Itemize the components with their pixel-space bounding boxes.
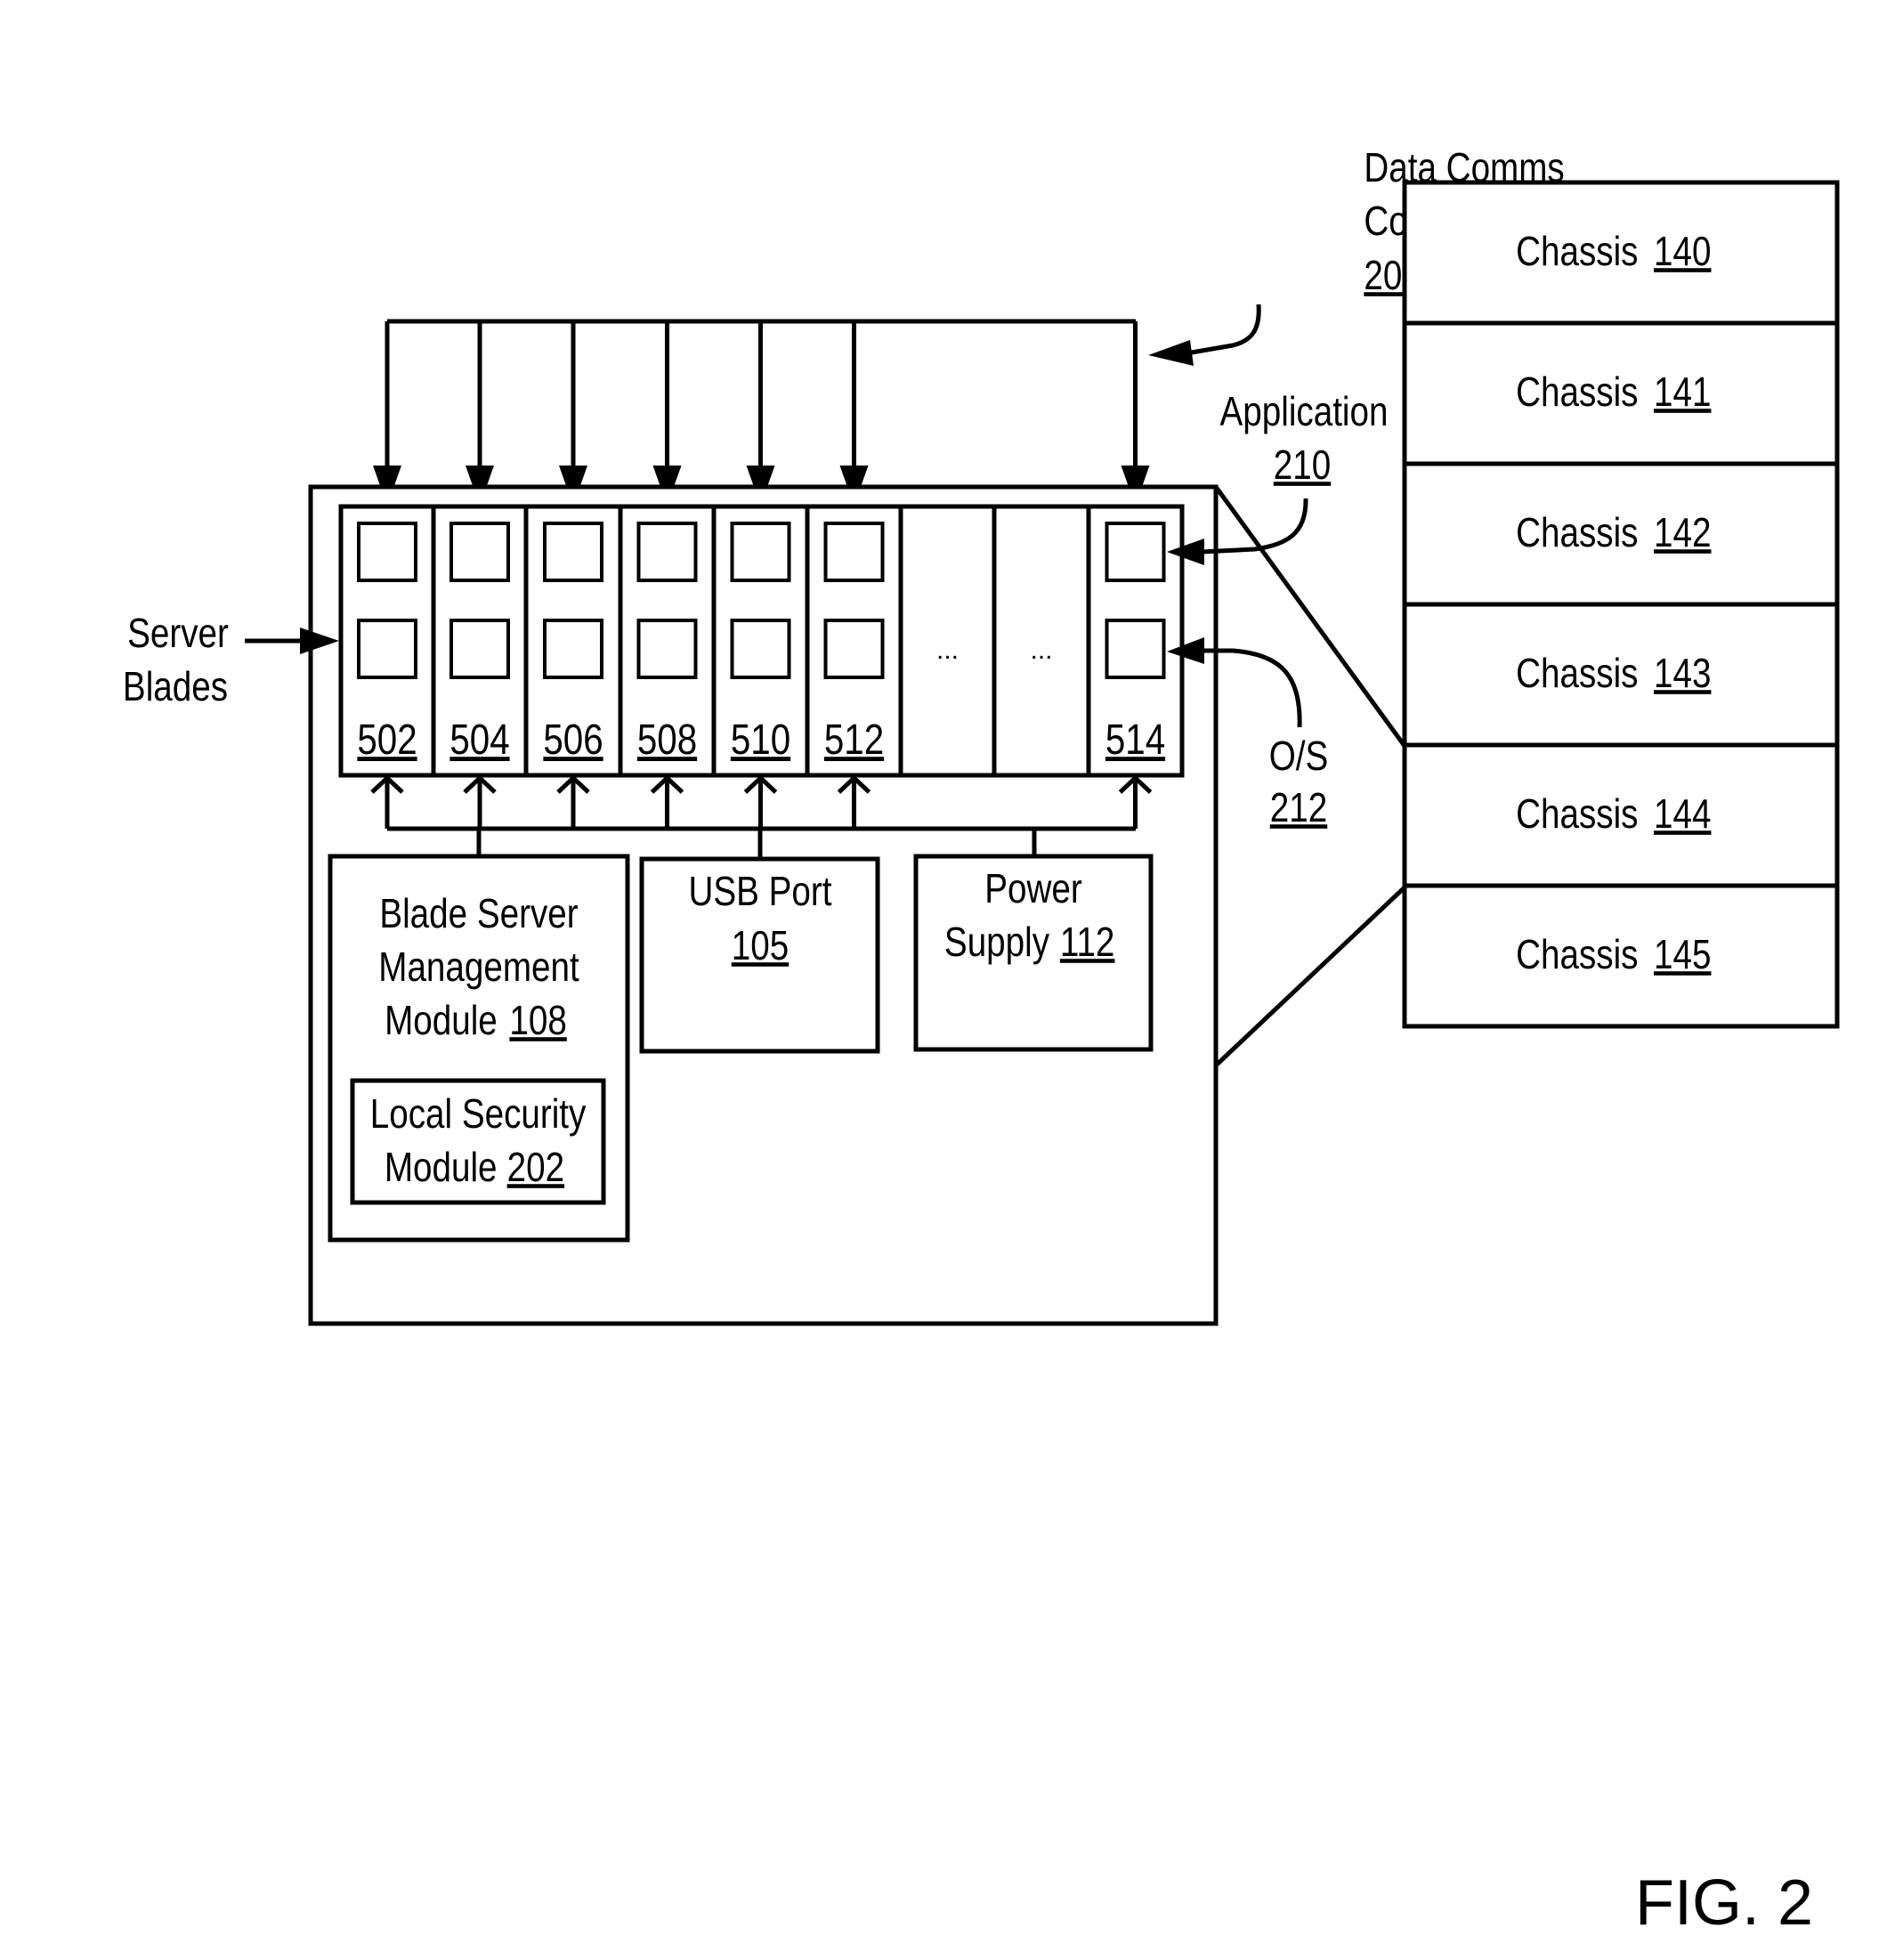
blade-ref-number: 512	[824, 717, 884, 764]
blade-server-management-module: Blade Server Management Module 108 Local…	[328, 854, 630, 1243]
chassis-label-word: Chassis	[1516, 932, 1638, 977]
bsmm-module-word: Module	[385, 998, 498, 1043]
usb-port-label: USB Port	[689, 869, 832, 914]
power-supply-ref-number: 112	[1060, 919, 1115, 965]
chassis-ref-number: 144	[1654, 791, 1711, 837]
local-security-module-word: Module	[385, 1145, 498, 1190]
chassis-label: Chassis 144	[1516, 791, 1711, 837]
power-supply-label-line1: Power	[984, 866, 1082, 911]
figure-label: FIG. 2	[1635, 1867, 1813, 1939]
blade-ref-number: 506	[543, 717, 603, 764]
chassis-label-word: Chassis	[1516, 369, 1638, 415]
data-comms-arrowhead-icon	[1148, 340, 1194, 366]
ellipsis-placeholder: ...	[936, 636, 959, 665]
chassis-label-word: Chassis	[1516, 229, 1638, 274]
chassis-row: Chassis 140	[1402, 180, 1840, 326]
blade-slot-placeholder: ...	[936, 636, 959, 665]
application-label: Application	[1220, 389, 1389, 434]
data-comms-arrow-shaft	[1186, 304, 1261, 356]
chassis-row: Chassis 141	[1402, 320, 1840, 466]
ellipsis-placeholder: ...	[1030, 636, 1052, 665]
chassis-label: Chassis 142	[1516, 510, 1711, 555]
bsmm-label-line1: Blade Server	[379, 891, 578, 936]
power-supply: Power Supply 112	[913, 854, 1154, 1052]
blade-ref-number: 510	[731, 717, 790, 764]
os-label: O/S	[1269, 733, 1329, 779]
local-security-label-line1: Local Security	[370, 1091, 587, 1137]
local-security-ref-number: 202	[507, 1145, 564, 1190]
os-ref-number: 212	[1270, 785, 1327, 830]
local-security-label-line2: Module 202	[385, 1145, 564, 1190]
server-blades-callout: Server Blades	[123, 611, 339, 709]
usb-port: USB Port 105	[639, 856, 880, 1054]
chassis-row: Chassis 143	[1402, 602, 1840, 748]
blade-ref-number: 508	[637, 717, 697, 764]
chassis-ref-number: 142	[1654, 510, 1711, 555]
chassis-row: Chassis 144	[1402, 742, 1840, 888]
chassis-stack: Chassis 140 Chassis 141 Chassis 142 Chassis 143…	[1402, 180, 1840, 1029]
blade-ref-number: 504	[449, 717, 509, 764]
chassis-label: Chassis 143	[1516, 651, 1711, 696]
blade-ref-number: 502	[357, 717, 417, 764]
usb-port-ref-number: 105	[732, 923, 789, 968]
blade-slot-placeholder: ...	[1030, 636, 1052, 665]
chassis-row: Chassis 145	[1402, 883, 1840, 1029]
bsmm-label-line2: Management	[378, 944, 579, 990]
zoom-line-upper	[1213, 485, 1407, 748]
chassis-ref-number: 140	[1654, 229, 1711, 274]
chassis-row: Chassis 142	[1402, 461, 1840, 607]
chassis-label: Chassis 145	[1516, 932, 1711, 977]
chassis-label: Chassis 141	[1516, 369, 1711, 415]
power-supply-label-line2: Supply 112	[944, 919, 1114, 965]
chassis-label-word: Chassis	[1516, 510, 1638, 555]
bsmm-ref-number: 108	[509, 998, 566, 1043]
application-ref-number: 210	[1274, 442, 1331, 488]
power-supply-supply-word: Supply	[944, 919, 1050, 965]
chassis-label-word: Chassis	[1516, 651, 1638, 696]
chassis-label-word: Chassis	[1516, 791, 1638, 837]
data-comms-bus	[373, 319, 1150, 506]
server-blades-label-line2: Blades	[123, 664, 228, 709]
zoom-line-lower	[1214, 886, 1406, 1067]
blade-ref-number: 514	[1105, 717, 1165, 764]
server-blades-label-line1: Server	[127, 611, 229, 656]
data-comms-drops	[373, 321, 1150, 506]
blade-server-diagram: 502 504 506 508 510 512... ... 514 Blade Server…	[123, 145, 1840, 1939]
chassis-ref-number: 143	[1654, 651, 1711, 696]
chassis-ref-number: 141	[1654, 369, 1711, 415]
chassis-ref-number: 145	[1654, 932, 1711, 977]
bsmm-label-line3: Module 108	[385, 998, 567, 1043]
chassis-label: Chassis 140	[1516, 229, 1711, 274]
